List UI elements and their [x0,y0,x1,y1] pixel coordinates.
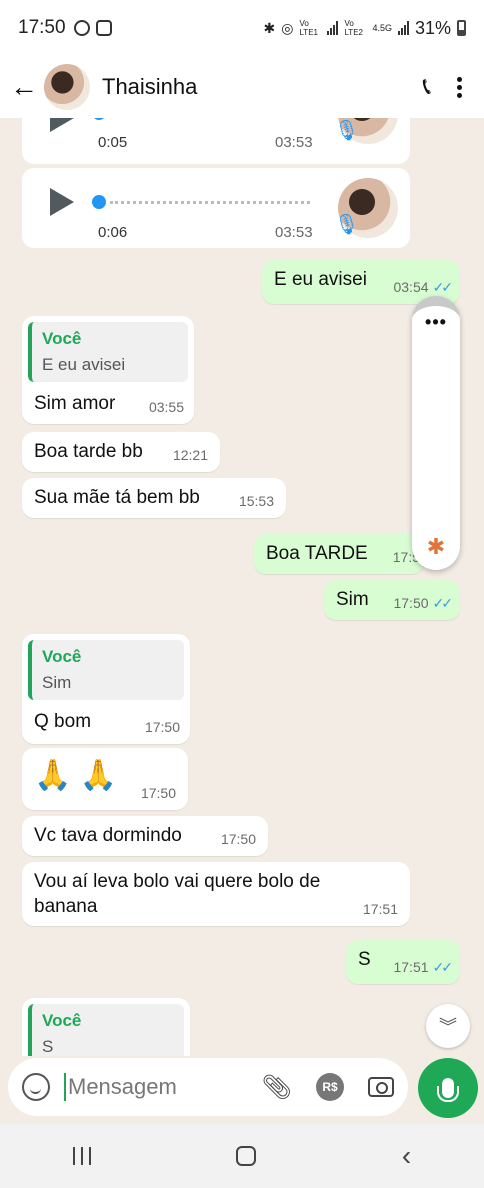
quote-text: S [42,1037,54,1056]
message-time: 17:51 [393,958,429,975]
read-ticks-icon: ✓✓ [432,594,454,611]
text-cursor [64,1073,66,1101]
message-text: Boa TARDE [266,543,368,564]
incoming-message[interactable]: Boa tarde bb 12:21 [22,432,220,472]
play-icon[interactable] [50,188,74,216]
message-text: S [358,949,371,970]
message-text: Sua mãe tá bem bb [34,487,200,508]
back-arrow-icon[interactable]: ← [10,71,42,103]
gallery-notification-icon [95,20,112,36]
message-time: 15:53 [238,492,274,509]
net1-label: Vo LTE1 [299,19,318,37]
message-time: 17:50 [393,594,429,611]
message-composer[interactable]: Mensagem 📎︎ R$ [8,1058,408,1116]
status-time: 17:50 [18,17,66,38]
incoming-message[interactable]: Sua mãe tá bem bb 15:53 [22,478,286,518]
payment-icon[interactable]: R$ [316,1073,344,1101]
signal-2-icon [397,21,409,35]
mic-icon: 🎙︎ [334,120,360,142]
message-time: 03:54 [393,278,429,295]
voice-record-button[interactable] [418,1058,478,1118]
read-ticks-icon: ✓✓ [432,278,454,295]
incoming-message[interactable]: 🙏 🙏 17:50 [22,748,188,810]
quote-text: Sim [42,673,72,693]
hotspot-icon: ◎ [281,19,294,36]
incoming-message[interactable]: Você E eu avisei Sim amor 03:55 [22,316,194,424]
message-text: Sim [336,589,369,610]
attach-icon[interactable]: 📎︎ [262,1073,292,1102]
message-text: Q bom [34,711,92,733]
quote-author: Você [42,1011,82,1030]
nav-back-icon[interactable]: ‹ [402,1140,411,1172]
battery-icon [457,20,466,36]
double-chevron-down-icon: ︾ [439,1017,457,1037]
scroll-to-bottom-button[interactable]: ︾ [426,1004,470,1048]
quote-text: E eu avisei [42,355,126,375]
contact-name[interactable]: Thaisinha [102,74,197,100]
message-list[interactable]: 0:05 03:53 🎙︎ 0:06 03:53 🎙︎ E eu avisei … [0,118,484,1056]
message-time: 17:50 [140,784,176,801]
waveform [110,201,310,205]
chat-header: ← Thaisinha 📞︎ [0,56,484,118]
quoted-message[interactable]: Você S [28,1004,184,1056]
add-call-icon[interactable]: 📞︎ [423,73,431,101]
system-nav-bar: ‹ [0,1124,484,1188]
panel-menu-icon[interactable]: ••• [412,312,460,333]
bluetooth-icon[interactable]: ✱ [412,534,460,560]
message-text: Boa tarde bb [34,441,143,462]
read-ticks-icon: ✓✓ [432,958,454,975]
outgoing-message[interactable]: S 17:51 ✓✓ [346,940,460,984]
message-text: Vou aí leva bolo vai quere bolo de banan… [34,871,321,917]
floating-side-panel[interactable]: ••• ✱ [412,296,460,570]
quoted-message[interactable]: Você Sim [28,640,184,701]
net2-label: Vo LTE2 [344,19,363,37]
home-icon[interactable] [236,1146,257,1166]
net-type-label: 4.5G [372,23,392,33]
signal-1-icon [327,21,339,35]
microphone-icon [437,1078,459,1102]
emoji-icon[interactable] [22,1073,50,1101]
whatsapp-notification-icon [73,20,90,36]
message-emoji: 🙏 🙏 [34,759,118,792]
message-text: E eu avisei [274,269,367,290]
voice-message[interactable]: 0:05 03:53 🎙︎ [22,118,410,164]
voice-message[interactable]: 0:06 03:53 🎙︎ [22,168,410,248]
mic-icon: 🎙︎ [334,214,360,236]
message-time: 12:21 [172,446,208,463]
outgoing-message[interactable]: Sim 17:50 ✓✓ [324,580,460,620]
message-time: 17:50 [144,718,180,735]
voice-duration: 0:06 [98,224,128,241]
message-text: Sim amor [34,393,116,415]
incoming-message[interactable]: Você Sim Q bom 17:50 [22,634,190,744]
quote-author: Você [42,647,82,666]
message-time: 03:55 [148,398,184,415]
message-time: 17:51 [362,900,398,917]
contact-avatar[interactable] [44,64,90,110]
message-input[interactable]: Mensagem [68,1074,177,1100]
status-bar: 17:50 ✱ ◎ Vo LTE1 Vo LTE2 4.5G 31% [0,0,484,56]
incoming-message[interactable]: Você S [22,998,190,1056]
camera-icon[interactable] [368,1077,394,1097]
play-icon[interactable] [50,118,74,132]
message-time: 03:53 [275,134,313,151]
playback-position-dot[interactable] [92,118,106,120]
recents-icon[interactable] [72,1147,91,1165]
playback-position-dot[interactable] [92,195,106,209]
incoming-message[interactable]: Vc tava dormindo 17:50 [22,816,268,856]
incoming-message[interactable]: Vou aí leva bolo vai quere bolo de banan… [22,862,410,926]
message-text: Vc tava dormindo [34,825,182,846]
bluetooth-icon: ✱ [263,19,276,36]
message-time: 17:50 [220,830,256,847]
outgoing-message[interactable]: Boa TARDE 17:5 [254,534,424,574]
quote-author: Você [42,329,82,348]
battery-percent: 31% [414,17,451,38]
quoted-message[interactable]: Você E eu avisei [28,322,188,383]
voice-duration: 0:05 [98,134,128,151]
more-options-icon[interactable] [457,76,462,98]
message-time: 03:53 [275,224,313,241]
